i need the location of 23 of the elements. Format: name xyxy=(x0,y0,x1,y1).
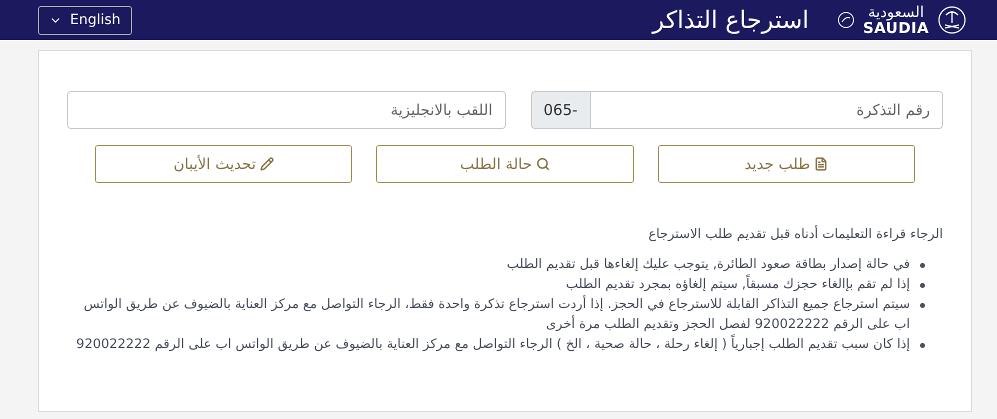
instruction-text: إذا كان سبب تقديم الطلب إجبارياً ( إلغاء رحلة ، حالة صحية ، الخ ) الرجاء التواصل مع مركز العناية بالضيوف عن طريق الواتس اب على الرقم 920022222 xyxy=(76,334,910,354)
bullet-icon xyxy=(920,282,925,288)
bullet-icon xyxy=(920,342,925,348)
page-title: استرجاع التذاكر xyxy=(652,5,809,36)
ticket-number-field[interactable]: رقم التذكرة xyxy=(590,91,943,129)
surname-field[interactable]: اللقب بالانجليزية xyxy=(67,91,506,129)
instructions-intro: الرجاء قراءة التعليمات أدناه قبل تقديم طلب الاسترجاع xyxy=(647,225,943,244)
action-button[interactable]: طلب جديد xyxy=(658,145,915,183)
instruction-text: في حالة إصدار بطاقة صعود الطائرة, يتوجب عليك إلغاءها قبل تقديم الطلب xyxy=(506,256,910,274)
search-icon xyxy=(536,157,550,171)
bullet-icon xyxy=(920,302,925,308)
bullet-icon xyxy=(920,262,925,268)
instruction-text: إذا لم تقم بإالغاء حجزك مسبقاً, سيتم إلغاؤه بمجرد تقديم الطلب xyxy=(566,274,910,294)
emblem-icon xyxy=(836,11,855,29)
action-button[interactable]: حالة الطلب xyxy=(376,145,634,183)
ticket-prefix: 065- xyxy=(530,91,590,129)
document-icon xyxy=(814,157,828,171)
logo-text: SAUDIA xyxy=(862,20,929,36)
action-button[interactable]: تحديث الأيبان xyxy=(95,145,352,183)
instruction-text: سيتم استرجاع جميع التذاكر القابلة للاسترجاع في الحجز. إذا أردت استرجاع تذكرة واحدة فقط، الرجاء التواصل مع مركز العناية بالضيوف عن طريق الواتس اب على الرقم 920022222 لفصل الحجز وتقديم الطلب مرة أخرى xyxy=(82,294,910,334)
pencil-icon xyxy=(260,157,274,171)
logo-arabic-text: السعودية xyxy=(868,4,924,20)
language-button[interactable]: English xyxy=(38,6,132,34)
